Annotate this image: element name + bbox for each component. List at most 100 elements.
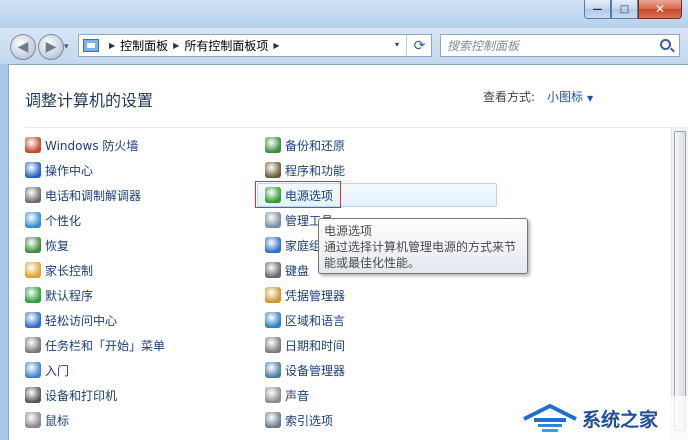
item-icon [25, 337, 41, 353]
control-panel-item[interactable]: 日期和时间 [265, 334, 345, 356]
item-icon [25, 162, 41, 178]
address-bar[interactable]: ▶ 控制面板 ▶ 所有控制面板项 ▶ ▾ [78, 34, 432, 57]
item-label[interactable]: 设备管理器 [285, 362, 345, 379]
window-controls: — □ ✕ [584, 0, 682, 20]
item-label[interactable]: 索引选项 [285, 412, 333, 429]
item-label[interactable]: 家庭组 [285, 237, 321, 254]
item-label[interactable]: 轻松访问中心 [45, 312, 117, 329]
item-icon [265, 212, 281, 228]
item-icon [25, 362, 41, 378]
maximize-button[interactable]: □ [611, 0, 638, 19]
control-panel-item[interactable]: 操作中心 [25, 159, 93, 181]
content-header: 调整计算机的设置 查看方式: 小图标 ▼ [9, 65, 688, 127]
item-icon [25, 212, 41, 228]
back-button[interactable]: ◀ [10, 34, 36, 60]
breadcrumb-separator-icon[interactable]: ▶ [109, 41, 115, 50]
item-label[interactable]: 区域和语言 [285, 312, 345, 329]
item-icon [25, 287, 41, 303]
item-label[interactable]: 恢复 [45, 237, 69, 254]
search-box[interactable] [440, 34, 680, 57]
control-panel-item[interactable]: 电源选项 [265, 184, 333, 206]
vertical-scrollbar[interactable] [671, 127, 688, 440]
item-label[interactable]: 电话和调制解调器 [45, 187, 141, 204]
tooltip-title: 电源选项 [324, 224, 373, 238]
item-label[interactable]: 操作中心 [45, 162, 93, 179]
control-panel-item[interactable]: 键盘 [265, 259, 309, 281]
item-label[interactable]: 默认程序 [45, 287, 93, 304]
item-icon [25, 412, 41, 428]
house-logo-icon [523, 403, 577, 432]
control-panel-item[interactable]: 凭据管理器 [265, 284, 345, 306]
watermark-text: 系统之家 [582, 408, 659, 431]
control-panel-item[interactable]: 家庭组 [265, 234, 321, 256]
control-panel-item[interactable]: Windows 防火墙 [25, 134, 138, 156]
breadcrumb-all-items[interactable]: 所有控制面板项 [184, 37, 268, 54]
breadcrumb-separator-icon[interactable]: ▶ [273, 41, 279, 50]
item-icon [25, 187, 41, 203]
item-icon [265, 262, 281, 278]
item-label[interactable]: 入门 [45, 362, 69, 379]
control-panel-item[interactable]: 个性化 [25, 209, 81, 231]
chevron-down-icon[interactable]: ▼ [587, 94, 593, 103]
item-icon [265, 312, 281, 328]
control-panel-item[interactable]: 设备和打印机 [25, 384, 117, 406]
item-icon [265, 187, 281, 203]
item-icon [25, 312, 41, 328]
item-icon [265, 362, 281, 378]
forward-button[interactable]: ▶ [38, 34, 64, 60]
control-panel-item[interactable]: 默认程序 [25, 284, 93, 306]
item-icon [265, 287, 281, 303]
scrollbar-thumb[interactable] [674, 131, 686, 431]
view-by-label: 查看方式: [483, 90, 536, 104]
control-panel-item[interactable]: 索引选项 [265, 409, 333, 431]
item-icon [25, 237, 41, 253]
item-label[interactable]: 键盘 [285, 262, 309, 279]
control-panel-item[interactable]: 入门 [25, 359, 69, 381]
item-label[interactable]: 个性化 [45, 212, 81, 229]
item-icon [265, 337, 281, 353]
tooltip-body: 通过选择计算机管理电源的方式来节能或最佳化性能。 [324, 240, 517, 270]
control-panel-item[interactable]: 电话和调制解调器 [25, 184, 141, 206]
control-panel-item[interactable]: 声音 [265, 384, 309, 406]
item-icon [265, 387, 281, 403]
breadcrumb-separator-icon[interactable]: ▶ [173, 41, 179, 50]
title-bar: — □ ✕ [0, 0, 688, 30]
close-button[interactable]: ✕ [638, 0, 682, 19]
item-label[interactable]: 家长控制 [45, 262, 93, 279]
item-label[interactable]: Windows 防火墙 [45, 137, 138, 154]
item-label[interactable]: 备份和还原 [285, 137, 345, 154]
refresh-icon[interactable]: ⟳ [406, 35, 432, 56]
breadcrumb-control-panel[interactable]: 控制面板 [120, 37, 168, 54]
control-panel-item[interactable]: 鼠标 [25, 409, 69, 431]
item-icon [265, 162, 281, 178]
control-panel-item[interactable]: 区域和语言 [265, 309, 345, 331]
watermark: 系统之家 [514, 396, 688, 440]
item-icon [265, 137, 281, 153]
item-label[interactable]: 程序和功能 [285, 162, 345, 179]
search-input[interactable] [447, 38, 647, 53]
item-label[interactable]: 任务栏和「开始」菜单 [45, 337, 165, 354]
recent-pages-dropdown[interactable]: ▾ [64, 42, 69, 52]
item-label[interactable]: 鼠标 [45, 412, 69, 429]
control-panel-item[interactable]: 轻松访问中心 [25, 309, 117, 331]
item-label[interactable]: 设备和打印机 [45, 387, 117, 404]
search-icon[interactable] [660, 39, 671, 50]
item-label[interactable]: 日期和时间 [285, 337, 345, 354]
control-panel-item[interactable]: 备份和还原 [265, 134, 345, 156]
page-title: 调整计算机的设置 [25, 91, 154, 110]
control-panel-icon [83, 39, 99, 52]
control-panel-item[interactable]: 家长控制 [25, 259, 93, 281]
item-label[interactable]: 电源选项 [285, 187, 333, 204]
control-panel-item[interactable]: 设备管理器 [265, 359, 345, 381]
view-by-value[interactable]: 小图标 [547, 90, 583, 104]
control-panel-item[interactable]: 程序和功能 [265, 159, 345, 181]
minimize-button[interactable]: — [584, 0, 611, 19]
item-icon [265, 412, 281, 428]
item-label[interactable]: 声音 [285, 387, 309, 404]
item-label[interactable]: 凭据管理器 [285, 287, 345, 304]
tooltip: 电源选项 通过选择计算机管理电源的方式来节能或最佳化性能。 [318, 218, 528, 274]
address-history-dropdown[interactable]: ▾ [395, 40, 399, 49]
control-panel-item[interactable]: 恢复 [25, 234, 69, 256]
view-by-dropdown[interactable]: 小图标 ▼ [547, 88, 593, 105]
control-panel-item[interactable]: 任务栏和「开始」菜单 [25, 334, 165, 356]
